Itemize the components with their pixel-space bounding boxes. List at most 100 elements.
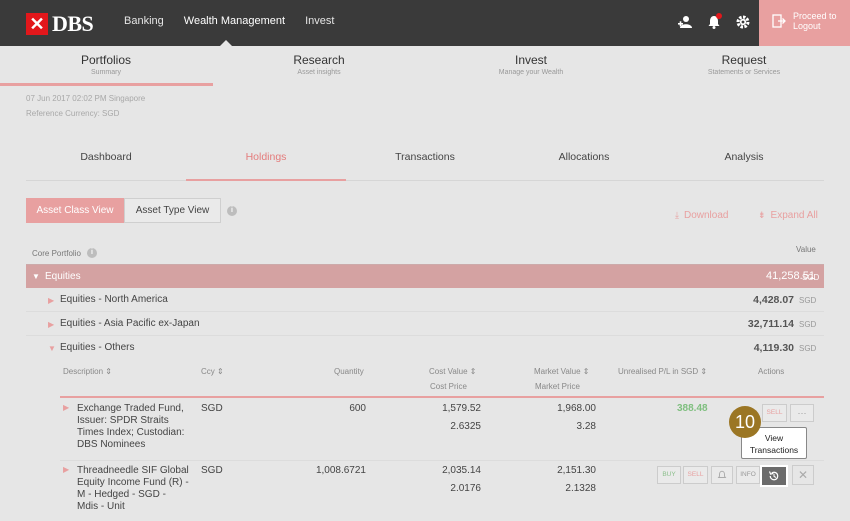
holding-quantity: 600 xyxy=(349,403,366,414)
info-icon[interactable]: i xyxy=(87,248,97,258)
group-currency: SGD xyxy=(799,296,817,305)
collapse-arrow-icon: ▼ xyxy=(32,272,40,281)
logout-button[interactable]: Proceed to Logout xyxy=(759,0,850,46)
desc-line: Equity Income Fund (R) - xyxy=(77,477,189,488)
subnav-request[interactable]: Request Statements or Services xyxy=(638,53,850,76)
holding-cost-value: 1,579.52 xyxy=(442,403,481,414)
col-market-value-label: Market Value xyxy=(534,367,581,376)
holding-unrealised-pl: 388.48 xyxy=(677,403,708,414)
group-row[interactable]: ▶ Equities - Asia Pacific ex-Japan 32,71… xyxy=(26,312,824,336)
group-value: 4,119.30 xyxy=(753,342,794,354)
logout-label: Proceed to Logout xyxy=(793,11,837,31)
tab-holdings[interactable]: Holdings xyxy=(186,151,346,163)
col-ccy[interactable]: Ccy ⇕ xyxy=(201,367,224,376)
logo-text: DBS xyxy=(52,11,94,36)
tab-dashboard[interactable]: Dashboard xyxy=(26,151,186,163)
group-row[interactable]: ▶ Equities - North America 4,428.07 SGD xyxy=(26,288,824,312)
tab-allocations[interactable]: Allocations xyxy=(504,151,664,163)
holding-ccy: SGD xyxy=(201,403,223,414)
col-market-value[interactable]: Market Value ⇕ xyxy=(534,367,589,376)
equities-row[interactable]: ▼ Equities 41,258.51 SGD xyxy=(26,264,824,288)
desc-line: Mdis - Unit xyxy=(77,501,125,512)
user-add-icon[interactable] xyxy=(676,14,694,32)
expand-all-button[interactable]: ⇟ Expand All xyxy=(758,210,818,221)
info-button[interactable]: INFO xyxy=(736,466,760,484)
expand-all-label: Expand All xyxy=(770,210,818,221)
group-label: Equities - North America xyxy=(60,294,168,305)
group-value: 4,428.07 xyxy=(753,294,794,306)
alert-bell-button[interactable] xyxy=(711,466,733,484)
download-button[interactable]: ⤓ Download xyxy=(675,210,728,221)
asset-class-view-button[interactable]: Asset Class View xyxy=(26,198,124,223)
holding-cost-price: 2.0176 xyxy=(450,483,481,494)
more-actions-button[interactable]: ··· xyxy=(790,404,814,422)
subnav-portfolios[interactable]: Portfolios Summary xyxy=(0,53,212,76)
tab-analysis[interactable]: Analysis xyxy=(664,151,824,163)
col-ccy-label: Ccy xyxy=(201,367,215,376)
top-bar: ✕ DBS Banking Wealth Management Invest P… xyxy=(0,0,850,46)
top-nav: Banking Wealth Management Invest xyxy=(124,15,354,27)
subnav-invest[interactable]: Invest Manage your Wealth xyxy=(425,53,637,76)
group-row[interactable]: ▼ Equities - Others 4,119.30 SGD xyxy=(26,336,824,360)
row-divider xyxy=(60,460,824,461)
sort-icon: ⇕ xyxy=(217,367,224,376)
view-transactions-button[interactable] xyxy=(760,465,788,487)
asset-type-view-button[interactable]: Asset Type View xyxy=(124,198,221,223)
row-expand-icon[interactable]: ▶ xyxy=(63,465,69,474)
nav-wealth-management[interactable]: Wealth Management xyxy=(184,15,285,27)
group-currency: SGD xyxy=(799,320,817,329)
subnav-subtitle: Summary xyxy=(91,69,121,76)
desc-line: M - Hedged - SGD - xyxy=(77,489,166,500)
equities-currency: SGD xyxy=(802,273,820,282)
holding-market-price: 3.28 xyxy=(576,421,596,432)
sell-button[interactable]: SELL xyxy=(683,466,708,484)
group-value: 32,711.14 xyxy=(747,318,794,330)
col-cost-price: Cost Price xyxy=(430,382,467,391)
holding-ccy: SGD xyxy=(201,465,223,476)
col-actions: Actions xyxy=(758,367,785,376)
nav-banking[interactable]: Banking xyxy=(124,15,164,27)
sub-nav: Portfolios Summary Research Asset insigh… xyxy=(0,46,850,86)
expand-arrow-icon: ▶ xyxy=(48,296,55,305)
info-icon[interactable]: i xyxy=(227,206,237,216)
value-header: Value xyxy=(796,245,816,254)
col-cost-value[interactable]: Cost Value ⇕ xyxy=(429,367,476,376)
group-currency: SGD xyxy=(799,344,817,353)
row-expand-icon[interactable]: ▶ xyxy=(63,403,69,412)
subnav-title: Invest xyxy=(514,53,547,67)
top-icons xyxy=(676,13,763,32)
holding-market-value: 2,151.30 xyxy=(557,465,596,476)
subnav-subtitle: Statements or Services xyxy=(707,69,781,76)
gear-icon[interactable] xyxy=(734,14,752,32)
holding-cost-price: 2.6325 xyxy=(450,421,481,432)
holding-description[interactable]: Exchange Traded Fund, Issuer: SPDR Strai… xyxy=(77,403,184,451)
col-description[interactable]: Description ⇕ xyxy=(63,367,112,376)
sort-icon: ⇕ xyxy=(582,367,590,376)
nav-invest[interactable]: Invest xyxy=(305,15,334,27)
dbs-logo[interactable]: ✕ DBS xyxy=(26,11,94,37)
holding-market-value: 1,968.00 xyxy=(557,403,596,414)
sell-button[interactable]: SELL xyxy=(762,404,787,422)
download-icon: ⤓ xyxy=(675,210,679,220)
history-icon xyxy=(762,467,786,485)
equities-label: Equities xyxy=(45,271,81,282)
sort-icon: ⇕ xyxy=(105,367,112,376)
buy-button[interactable]: BUY xyxy=(657,466,681,484)
desc-line: Times Index; Custodian: xyxy=(77,427,185,438)
close-icon[interactable]: ✕ xyxy=(792,465,814,485)
tab-transactions[interactable]: Transactions xyxy=(345,151,505,163)
expand-icon: ⇟ xyxy=(758,210,766,220)
holding-description[interactable]: Threadneedle SIF Global Equity Income Fu… xyxy=(77,465,189,513)
core-portfolio-label: Core Portfolio xyxy=(32,249,81,258)
col-market-price: Market Price xyxy=(535,382,580,391)
holding-quantity: 1,008.6721 xyxy=(315,465,366,476)
step-number-badge: 10 xyxy=(729,406,761,438)
col-pl[interactable]: Unrealised P/L in SGD ⇕ xyxy=(618,367,707,376)
reference-currency: Reference Currency: SGD xyxy=(26,109,120,118)
col-quantity: Quantity xyxy=(334,367,364,376)
subnav-research[interactable]: Research Asset insights xyxy=(213,53,425,76)
desc-line: Issuer: SPDR Straits xyxy=(77,415,169,426)
desc-line: DBS Nominees xyxy=(77,439,146,450)
subnav-title: Research xyxy=(293,53,345,67)
bell-icon[interactable] xyxy=(705,13,723,32)
